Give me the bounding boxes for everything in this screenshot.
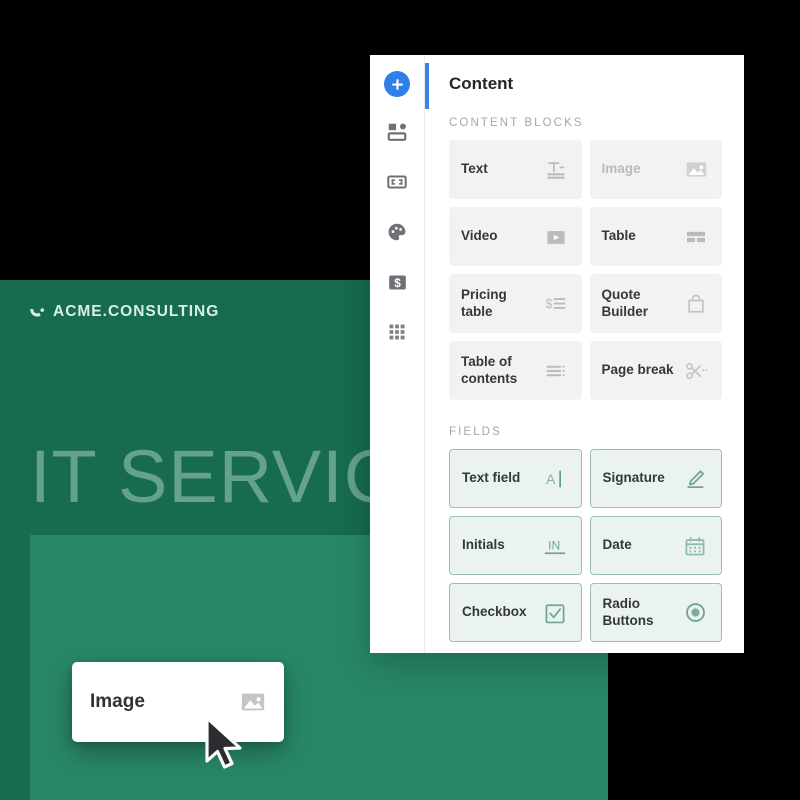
- svg-text:A: A: [546, 472, 556, 487]
- section-label-fields: FIELDS: [449, 426, 502, 438]
- panel-title: Content: [449, 74, 514, 93]
- svg-text:IN: IN: [548, 538, 560, 552]
- table-icon: [683, 224, 709, 250]
- add-block-button[interactable]: [384, 71, 410, 97]
- field-card-date[interactable]: Date: [589, 516, 722, 575]
- block-label: Text: [461, 161, 488, 177]
- field-card-radio-buttons[interactable]: Radio Buttons: [589, 583, 722, 642]
- block-label: Table: [601, 228, 636, 244]
- field-label: Initials: [462, 537, 505, 553]
- panel-content: Content CONTENT BLOCKS Text Image Video …: [425, 55, 744, 653]
- shopping-bag-icon: [683, 291, 709, 317]
- field-card-checkbox[interactable]: Checkbox: [449, 583, 582, 642]
- checkbox-icon: [542, 600, 568, 626]
- pricing-icon: $: [543, 291, 569, 317]
- initials-icon: IN: [542, 533, 568, 559]
- field-card-text-field[interactable]: Text field A: [449, 449, 582, 508]
- pen-signature-icon: [682, 466, 708, 492]
- layout-blocks-icon: [386, 121, 408, 143]
- panel-icon-rail: $: [370, 55, 425, 653]
- block-label: Page break: [601, 362, 674, 378]
- block-card-quote-builder[interactable]: Quote Builder: [589, 274, 722, 333]
- toc-icon: [543, 358, 569, 384]
- field-label: Date: [602, 537, 632, 553]
- rail-item-theme[interactable]: [382, 217, 412, 247]
- radio-button-icon: [682, 600, 708, 626]
- block-label: Image: [601, 161, 641, 177]
- document-title: IT SERVIC: [30, 435, 399, 518]
- logo-wordmark: ACME.CONSULTING: [53, 303, 220, 320]
- block-label: Video: [461, 228, 498, 244]
- image-icon: [240, 689, 266, 715]
- content-blocks-grid: Text Image Video Table Pricing table $ Q…: [449, 140, 722, 400]
- field-card-signature[interactable]: Signature: [589, 449, 722, 508]
- block-label: Pricing table: [461, 287, 507, 319]
- palette-icon: [386, 221, 408, 243]
- block-card-text[interactable]: Text: [449, 140, 582, 199]
- scissors-icon: [683, 358, 709, 384]
- image-icon: [683, 157, 709, 183]
- rail-item-layout[interactable]: [382, 117, 412, 147]
- grid-dots-icon: [387, 322, 407, 342]
- video-play-icon: [543, 224, 569, 250]
- dollar-icon: $: [387, 272, 408, 293]
- block-card-image[interactable]: Image: [589, 140, 722, 199]
- field-label: Checkbox: [462, 604, 527, 620]
- field-card-initials[interactable]: Initials IN: [449, 516, 582, 575]
- plus-icon: [390, 77, 405, 92]
- brackets-icon: [386, 171, 408, 193]
- panel-accent-bar: [425, 63, 429, 109]
- rail-item-pricing[interactable]: $: [382, 267, 412, 297]
- document-logo: ACME.CONSULTING: [28, 303, 219, 321]
- content-panel: $ Content CONTENT BLOCKS Text Image Vide…: [370, 55, 744, 653]
- dragged-image-card[interactable]: Image: [72, 662, 284, 742]
- block-card-pricing-table[interactable]: Pricing table $: [449, 274, 582, 333]
- mouse-pointer-icon: [203, 716, 249, 772]
- block-label: Table of contents: [461, 354, 518, 386]
- svg-text:$: $: [545, 297, 552, 311]
- svg-text:$: $: [394, 276, 401, 290]
- fields-grid: Text field A Signature Initials IN Date …: [449, 449, 722, 642]
- screenshot-stage: ACME.CONSULTING IT SERVIC Image $ Conten…: [0, 0, 800, 800]
- dragged-card-label: Image: [90, 691, 145, 712]
- crescent-swoosh-icon: [28, 303, 46, 321]
- field-label: Signature: [602, 470, 665, 486]
- field-label: Radio Buttons: [602, 596, 654, 628]
- rail-item-apps[interactable]: [382, 317, 412, 347]
- block-card-table-of-contents[interactable]: Table of contents: [449, 341, 582, 400]
- section-label-content-blocks: CONTENT BLOCKS: [449, 117, 584, 129]
- block-card-page-break[interactable]: Page break: [589, 341, 722, 400]
- text-cursor-icon: A: [542, 466, 568, 492]
- calendar-icon: [682, 533, 708, 559]
- block-card-table[interactable]: Table: [589, 207, 722, 266]
- field-label: Text field: [462, 470, 521, 486]
- rail-item-variables[interactable]: [382, 167, 412, 197]
- text-icon: [543, 157, 569, 183]
- block-card-video[interactable]: Video: [449, 207, 582, 266]
- block-label: Quote Builder: [601, 287, 649, 319]
